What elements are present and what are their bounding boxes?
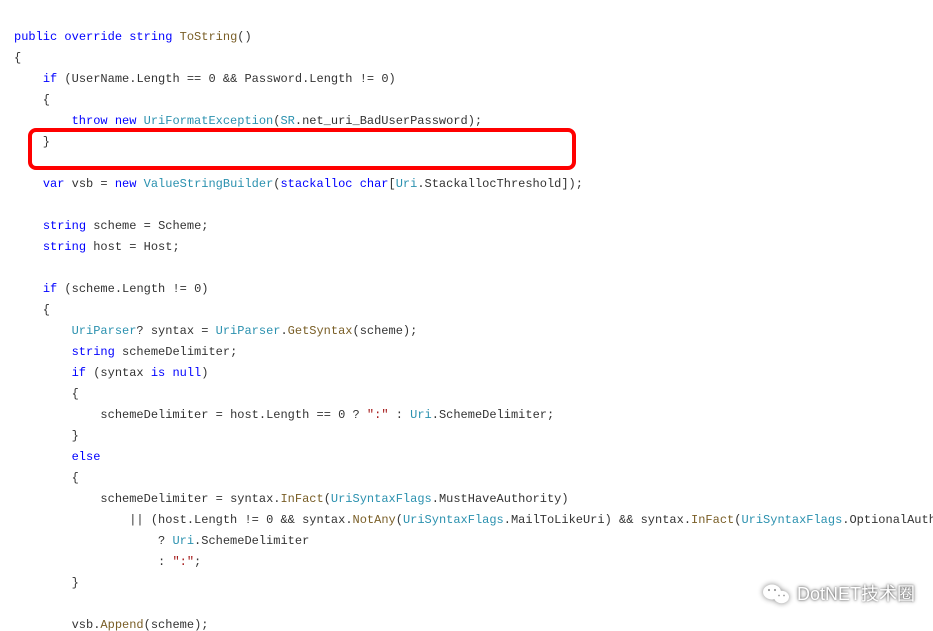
code-line: string schemeDelimiter; — [14, 345, 237, 359]
code-line: if (UserName.Length == 0 && Password.Len… — [14, 72, 396, 86]
blank-line — [14, 198, 21, 212]
code-line: { — [14, 51, 21, 65]
code-line: string scheme = Scheme; — [14, 219, 208, 233]
code-line: vsb.Append(scheme); — [14, 618, 208, 631]
code-line: : ":"; — [14, 555, 201, 569]
code-line: } — [14, 429, 79, 443]
code-line: schemeDelimiter = host.Length == 0 ? ":"… — [14, 408, 554, 422]
code-line: { — [14, 93, 50, 107]
blank-line — [14, 597, 21, 611]
code-line: throw new UriFormatException(SR.net_uri_… — [14, 114, 482, 128]
code-line: { — [14, 387, 79, 401]
code-line: } — [14, 135, 50, 149]
code-line: || (host.Length != 0 && syntax.NotAny(Ur… — [14, 513, 933, 527]
code-line: ? Uri.SchemeDelimiter — [14, 534, 309, 548]
code-line: if (syntax is null) — [14, 366, 208, 380]
code-line: { — [14, 303, 50, 317]
code-line: { — [14, 471, 79, 485]
code-line: schemeDelimiter = syntax.InFact(UriSynta… — [14, 492, 569, 506]
code-line: if (scheme.Length != 0) — [14, 282, 208, 296]
code-line: UriParser? syntax = UriParser.GetSyntax(… — [14, 324, 417, 338]
code-line: public override string ToString() — [14, 30, 252, 44]
blank-line — [14, 156, 21, 170]
blank-line — [14, 261, 21, 275]
code-line: string host = Host; — [14, 240, 180, 254]
code-line: } — [14, 576, 79, 590]
code-line: else — [14, 450, 100, 464]
code-block: public override string ToString() { if (… — [0, 0, 933, 631]
highlighted-line: var vsb = new ValueStringBuilder(stackal… — [14, 177, 583, 191]
